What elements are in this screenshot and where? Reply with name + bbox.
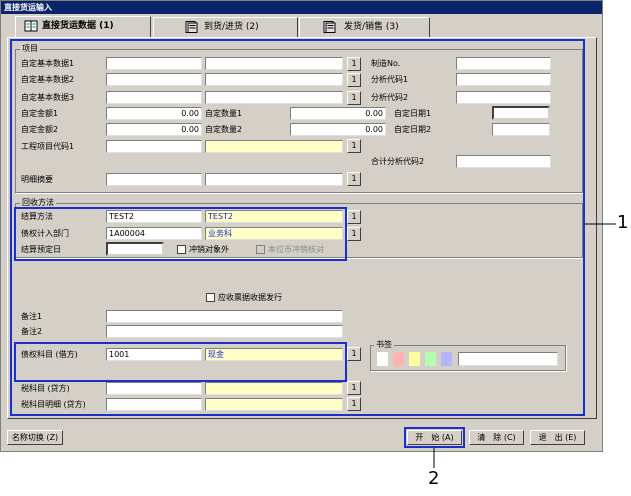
callout-1: 1: [617, 212, 629, 233]
callout-lines: [433, 223, 616, 468]
callout-2: 2: [428, 468, 440, 489]
